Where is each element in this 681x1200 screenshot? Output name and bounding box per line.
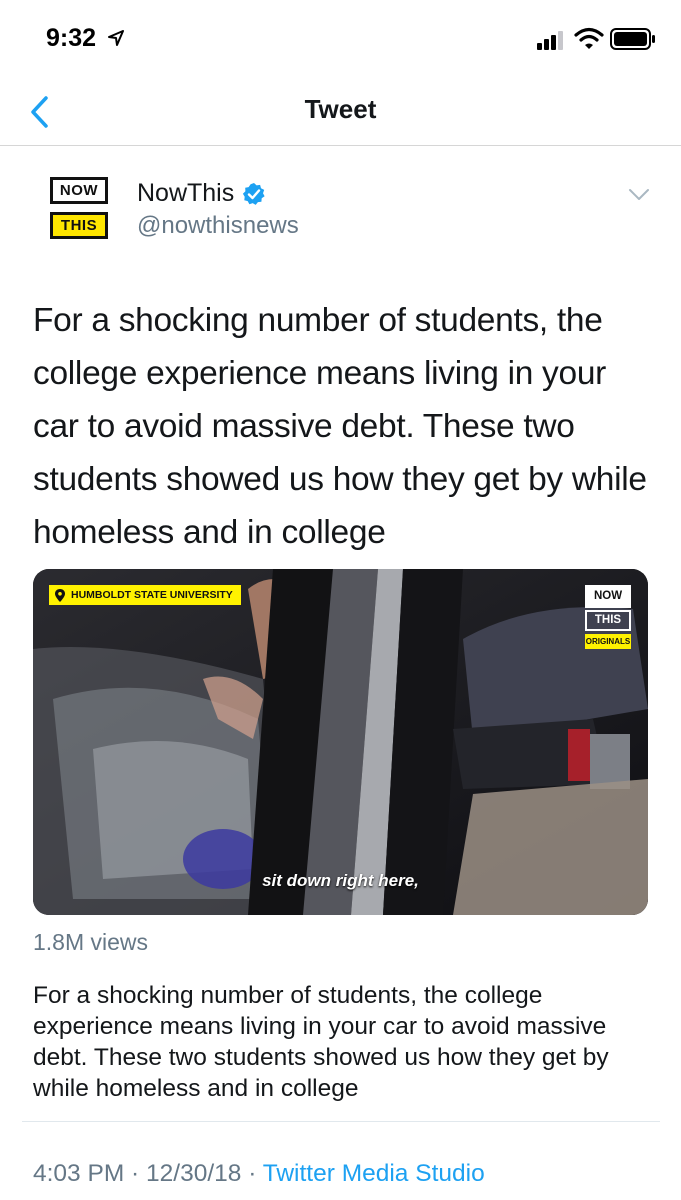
page-title: Tweet	[304, 94, 377, 124]
location-tag: HUMBOLDT STATE UNIVERSITY	[49, 585, 241, 605]
tweet-date: 12/30/18	[146, 1160, 242, 1187]
video-player[interactable]: HUMBOLDT STATE UNIVERSITY NOW THIS ORIGI…	[33, 569, 648, 915]
tweet-meta: 4:03 PM · 12/30/18 · Twitter Media Studi…	[33, 1160, 485, 1188]
video-frame	[33, 569, 648, 915]
navigation-bar: Tweet	[0, 80, 681, 146]
avatar[interactable]: NOW THIS	[50, 177, 110, 243]
author-handle[interactable]: @nowthisnews	[137, 212, 299, 240]
meta-separator: ·	[241, 1160, 263, 1187]
divider	[22, 1121, 660, 1122]
status-time: 9:32	[46, 24, 97, 52]
verified-badge-icon	[242, 182, 266, 206]
status-bar: 9:32	[0, 0, 681, 80]
watermark-this: THIS	[585, 610, 631, 631]
meta-separator: ·	[124, 1160, 147, 1187]
video-subtitle: sit down right here,	[262, 871, 419, 890]
location-tag-label: HUMBOLDT STATE UNIVERSITY	[71, 589, 233, 601]
signal-icon	[537, 30, 567, 55]
avatar-logo-this: THIS	[50, 212, 108, 239]
location-arrow-icon	[108, 30, 124, 51]
author-name-row[interactable]: NowThis	[137, 179, 266, 208]
map-pin-icon	[55, 588, 65, 602]
tweet-time: 4:03 PM	[33, 1160, 125, 1187]
chevron-down-icon[interactable]	[628, 188, 650, 207]
battery-icon	[610, 28, 656, 55]
view-count: 1.8M views	[33, 929, 149, 955]
avatar-logo-now: NOW	[50, 177, 108, 204]
watermark-originals: ORIGINALS	[585, 634, 631, 649]
watermark-now: NOW	[585, 585, 631, 608]
author-display-name[interactable]: NowThis	[137, 179, 234, 208]
tweet-text: For a shocking number of students, the c…	[33, 302, 647, 551]
media-description: For a shocking number of students, the c…	[33, 982, 609, 1102]
tweet-source-link[interactable]: Twitter Media Studio	[263, 1160, 485, 1187]
wifi-icon	[574, 26, 604, 55]
